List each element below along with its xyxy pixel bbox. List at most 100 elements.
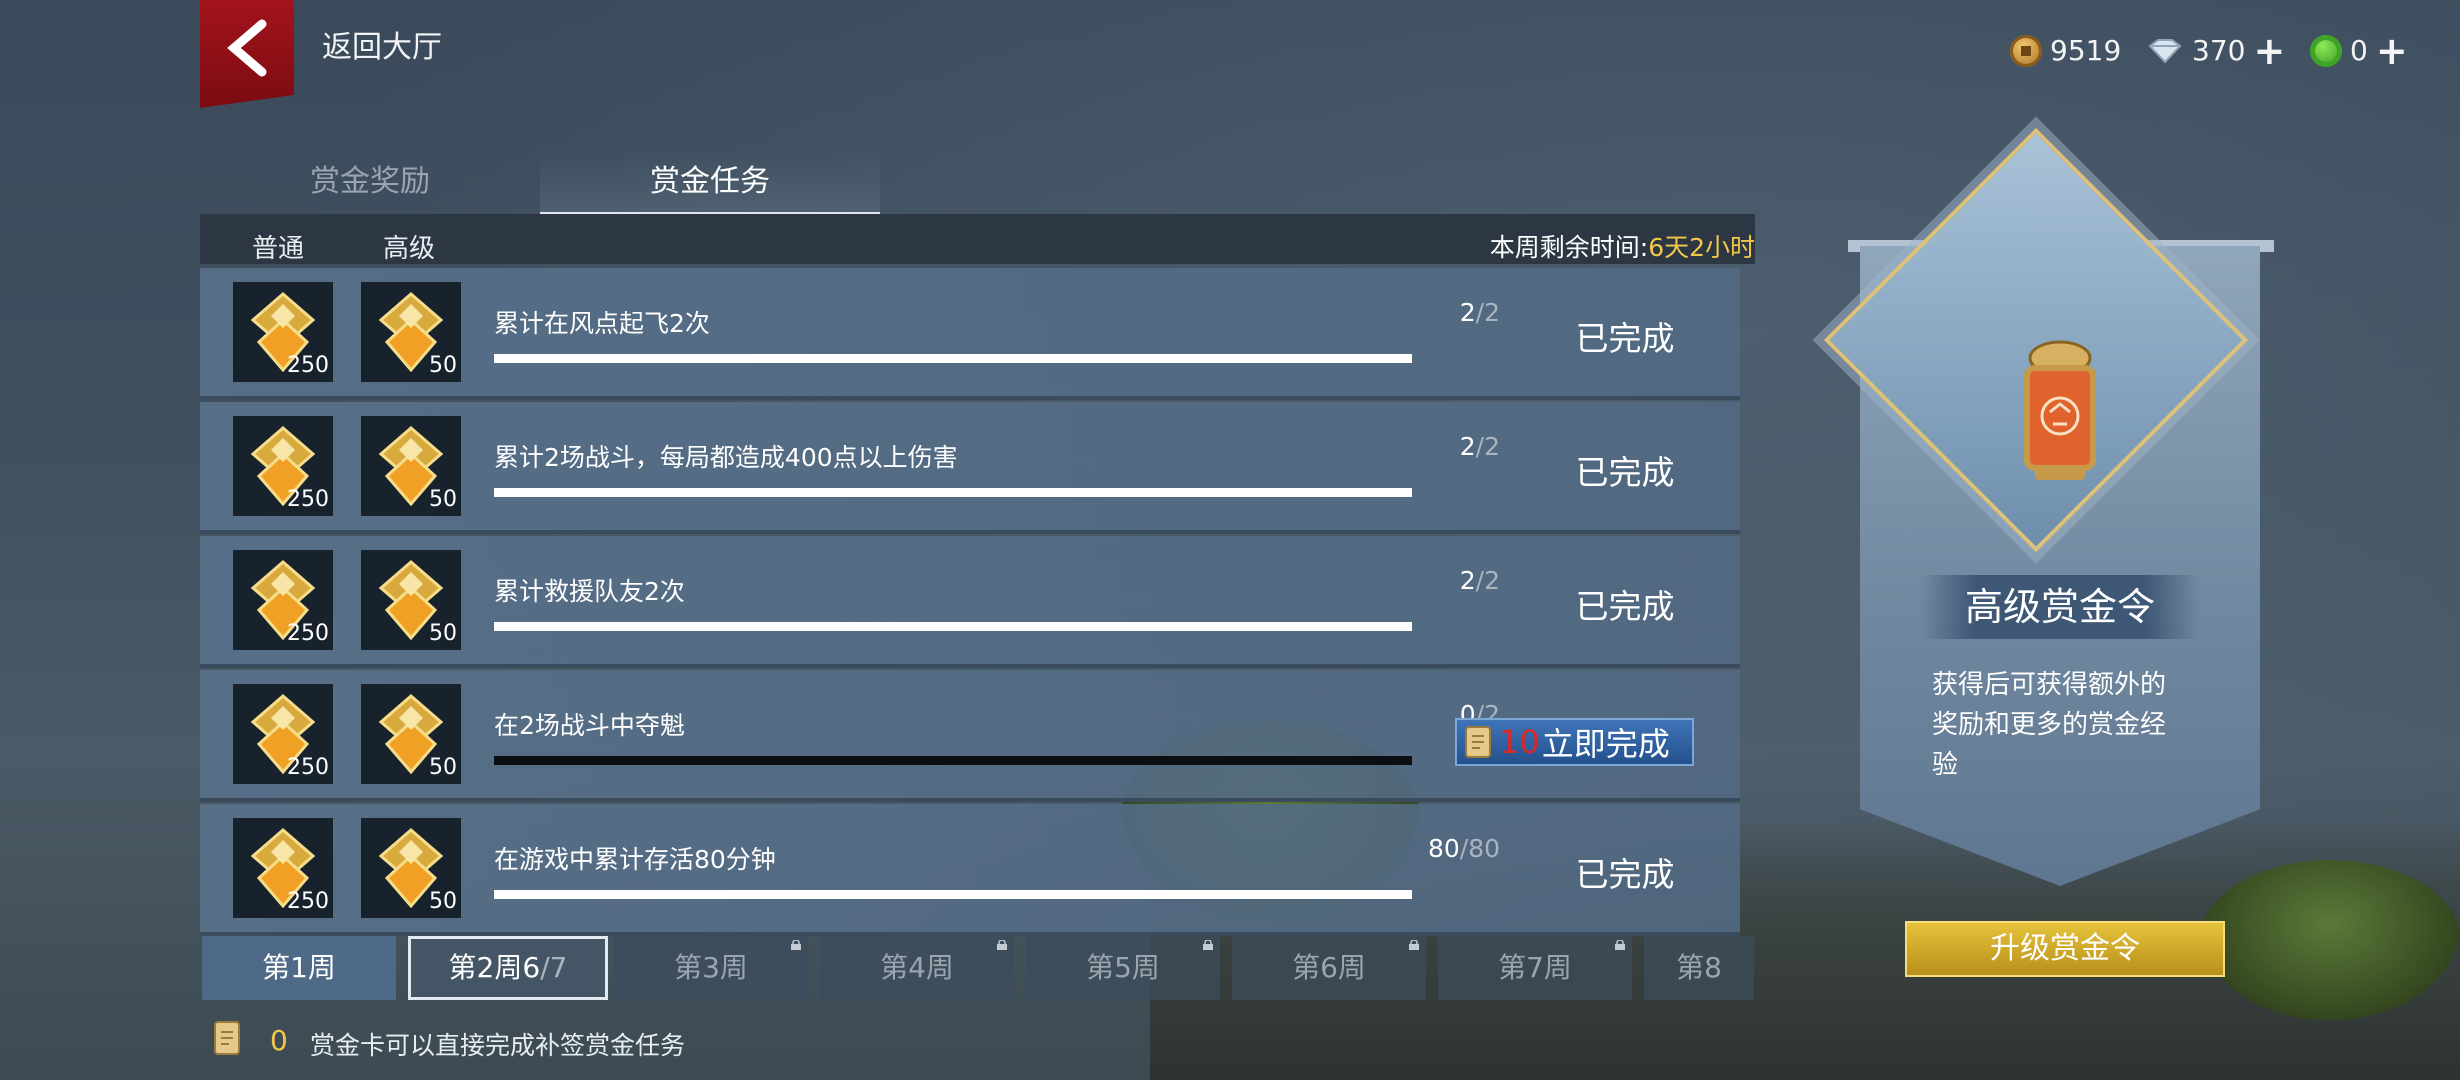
normal-reward[interactable]: 250 bbox=[233, 818, 333, 918]
week-label: 第2周 bbox=[448, 951, 523, 984]
task-row: 250 50 累计救援队友2次 2/2 已完成 bbox=[200, 536, 1740, 668]
task-row: 250 50 累计2场战斗，每局都造成400点以上伤害 2/2 已完成 bbox=[200, 402, 1740, 534]
task-description: 在2场战斗中夺魁 bbox=[494, 711, 685, 740]
reward-qty: 50 bbox=[429, 487, 457, 512]
task-progress-count: 2/2 bbox=[1459, 298, 1500, 327]
task-progress-bar bbox=[494, 756, 1412, 765]
task-progress-bar bbox=[494, 622, 1412, 631]
lock-icon bbox=[791, 940, 801, 950]
task-status: 已完成 bbox=[1575, 855, 1675, 894]
task-progress-bar bbox=[494, 354, 1412, 363]
remaining-time: 本周剩余时间:6天2小时 bbox=[1489, 233, 1755, 262]
reward-qty: 250 bbox=[287, 353, 329, 378]
complete-now-button[interactable]: 10 立即完成 bbox=[1455, 718, 1694, 766]
task-description: 累计救援队友2次 bbox=[494, 577, 685, 606]
tab-bounty-task[interactable]: 赏金任务 bbox=[540, 152, 880, 215]
task-progress-fill bbox=[494, 890, 1412, 899]
advanced-reward[interactable]: 50 bbox=[361, 550, 461, 650]
reward-qty: 50 bbox=[429, 755, 457, 780]
back-label[interactable]: 返回大厅 bbox=[322, 22, 442, 66]
reward-qty: 50 bbox=[429, 621, 457, 646]
bounty-card-icon bbox=[1465, 726, 1491, 758]
reward-qty: 250 bbox=[287, 487, 329, 512]
reward-qty: 250 bbox=[287, 755, 329, 780]
reward-qty: 50 bbox=[429, 353, 457, 378]
copper-coin-icon bbox=[2010, 34, 2042, 67]
normal-reward[interactable]: 250 bbox=[233, 416, 333, 516]
lock-icon bbox=[1203, 940, 1213, 950]
week-label: 第5周 bbox=[1086, 951, 1160, 984]
task-row: 250 50 累计在风点起飞2次 2/2 已完成 bbox=[200, 268, 1740, 400]
task-progress-bar bbox=[494, 488, 1412, 497]
tab-week-6[interactable]: 第6周 bbox=[1232, 936, 1426, 1000]
bounty-card-count: 0 bbox=[270, 1024, 288, 1057]
currency-jade: 0 + bbox=[2310, 32, 2408, 70]
tab-week-7[interactable]: 第7周 bbox=[1438, 936, 1632, 1000]
task-status: 已完成 bbox=[1575, 319, 1675, 358]
normal-reward[interactable]: 250 bbox=[233, 550, 333, 650]
complete-cost: 10 bbox=[1499, 723, 1540, 761]
lock-icon bbox=[997, 940, 1007, 950]
reward-qty: 250 bbox=[287, 889, 329, 914]
complete-label: 立即完成 bbox=[1541, 725, 1670, 763]
banner-title: 高级赏金令 bbox=[1920, 575, 2200, 639]
reward-qty: 50 bbox=[429, 889, 457, 914]
tab-bounty-reward[interactable]: 赏金奖励 bbox=[200, 152, 540, 212]
background-fern bbox=[2200, 860, 2460, 1020]
week-total: /7 bbox=[540, 951, 568, 984]
advanced-reward[interactable]: 50 bbox=[361, 818, 461, 918]
task-row: 250 50 在2场战斗中夺魁 0/2 10 立即完成 bbox=[200, 670, 1740, 802]
currency-value: 9519 bbox=[2050, 34, 2122, 67]
currency-diamonds: 370 + bbox=[2146, 32, 2285, 70]
bounty-token-icon bbox=[2024, 340, 2096, 480]
task-row: 250 50 在游戏中累计存活80分钟 80/80 已完成 bbox=[200, 804, 1740, 936]
footer-hint: 赏金卡可以直接完成补签赏金任务 bbox=[310, 1031, 686, 1060]
week-label: 第4周 bbox=[880, 951, 954, 984]
advanced-reward[interactable]: 50 bbox=[361, 282, 461, 382]
week-label: 第7周 bbox=[1498, 951, 1572, 984]
task-progress-count: 80/80 bbox=[1427, 834, 1500, 863]
advanced-reward[interactable]: 50 bbox=[361, 684, 461, 784]
column-advanced: 高级 bbox=[383, 234, 436, 264]
lock-icon bbox=[1615, 940, 1625, 950]
tab-week-4[interactable]: 第4周 bbox=[820, 936, 1014, 1000]
advanced-reward[interactable]: 50 bbox=[361, 416, 461, 516]
column-normal: 普通 bbox=[252, 234, 305, 264]
task-progress-count: 2/2 bbox=[1459, 432, 1500, 461]
task-description: 累计2场战斗，每局都造成400点以上伤害 bbox=[494, 443, 958, 472]
jade-coin-icon bbox=[2310, 34, 2342, 67]
upgrade-bounty-button[interactable]: 升级赏金令 bbox=[1905, 921, 2225, 977]
tab-week-5[interactable]: 第5周 bbox=[1026, 936, 1220, 1000]
banner-description: 获得后可获得额外的奖励和更多的赏金经验 bbox=[1932, 670, 2167, 780]
task-progress-fill bbox=[494, 622, 1412, 631]
bounty-card-icon bbox=[214, 1021, 240, 1055]
normal-reward[interactable]: 250 bbox=[233, 684, 333, 784]
reward-qty: 250 bbox=[287, 621, 329, 646]
week-label: 第6周 bbox=[1292, 951, 1366, 984]
tab-week-1[interactable]: 第1周 bbox=[202, 936, 396, 1000]
back-arrow-icon bbox=[227, 19, 267, 77]
diamond-icon bbox=[2148, 38, 2182, 63]
task-progress-count: 2/2 bbox=[1459, 566, 1500, 595]
week-done: 6 bbox=[522, 951, 541, 984]
task-status: 已完成 bbox=[1575, 587, 1675, 626]
week-label: 第8 bbox=[1676, 951, 1722, 984]
task-description: 在游戏中累计存活80分钟 bbox=[494, 845, 776, 874]
task-progress-fill bbox=[494, 354, 1412, 363]
task-progress-fill bbox=[494, 488, 1412, 497]
task-description: 累计在风点起飞2次 bbox=[494, 309, 710, 338]
back-button[interactable] bbox=[200, 0, 294, 108]
normal-reward[interactable]: 250 bbox=[233, 282, 333, 382]
week-label: 第3周 bbox=[674, 951, 748, 984]
add-diamonds-button[interactable]: + bbox=[2253, 32, 2285, 70]
tab-week-8[interactable]: 第8 bbox=[1644, 936, 1754, 1000]
currency-value: 370 bbox=[2192, 34, 2246, 67]
currency-coins: 9519 bbox=[2010, 34, 2121, 67]
tab-week-2[interactable]: 第2周6/7 bbox=[408, 936, 608, 1000]
add-jade-button[interactable]: + bbox=[2376, 32, 2408, 70]
task-status: 已完成 bbox=[1575, 453, 1675, 492]
currency-value: 0 bbox=[2350, 34, 2368, 67]
tab-week-3[interactable]: 第3周 bbox=[614, 936, 808, 1000]
task-progress-bar bbox=[494, 890, 1412, 899]
week-label: 第1周 bbox=[262, 951, 336, 984]
